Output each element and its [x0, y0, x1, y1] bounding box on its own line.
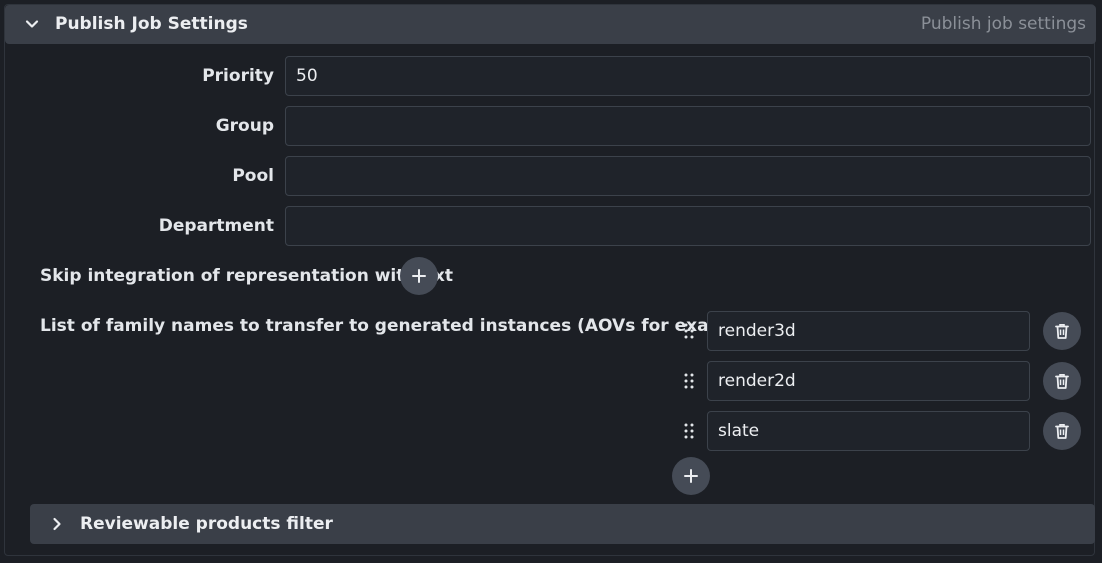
- family-item-value: render3d: [718, 321, 796, 341]
- delete-family-button[interactable]: [1043, 312, 1081, 350]
- families-label: List of family names to transfer to gene…: [40, 316, 771, 336]
- delete-family-button[interactable]: [1043, 412, 1081, 450]
- department-input[interactable]: [285, 206, 1091, 246]
- drag-handle-icon[interactable]: [682, 422, 696, 440]
- trash-icon: [1055, 424, 1069, 439]
- trash-icon: [1055, 374, 1069, 389]
- delete-family-button[interactable]: [1043, 362, 1081, 400]
- priority-label: Priority: [202, 66, 274, 86]
- chevron-down-icon: [25, 20, 39, 28]
- plus-icon: [684, 469, 698, 483]
- family-item-input[interactable]: render3d: [707, 311, 1030, 351]
- reviewable-products-filter-header[interactable]: Reviewable products filter: [30, 504, 1095, 544]
- skip-integration-label: Skip integration of representation with …: [40, 266, 454, 286]
- department-label: Department: [158, 216, 274, 236]
- add-family-button[interactable]: [672, 457, 710, 495]
- pool-input[interactable]: [285, 156, 1091, 196]
- publish-job-settings-header[interactable]: Publish Job Settings Publish job setting…: [5, 5, 1096, 44]
- family-item-value: slate: [718, 421, 760, 441]
- family-item-value: render2d: [718, 371, 796, 391]
- drag-handle-icon[interactable]: [682, 322, 696, 340]
- plus-icon: [412, 269, 426, 283]
- family-item-input[interactable]: slate: [707, 411, 1030, 451]
- priority-input[interactable]: 50: [285, 56, 1091, 96]
- drag-handle-icon[interactable]: [682, 372, 696, 390]
- reviewable-products-filter-title: Reviewable products filter: [80, 514, 333, 534]
- section-description: Publish job settings: [920, 14, 1086, 34]
- chevron-right-icon: [53, 517, 61, 531]
- group-label: Group: [215, 116, 274, 136]
- section-title: Publish Job Settings: [55, 14, 248, 34]
- pool-label: Pool: [232, 166, 274, 186]
- priority-value: 50: [296, 66, 318, 86]
- trash-icon: [1055, 324, 1069, 339]
- skip-integration-add-button[interactable]: [400, 257, 438, 295]
- family-item-input[interactable]: render2d: [707, 361, 1030, 401]
- group-input[interactable]: [285, 106, 1091, 146]
